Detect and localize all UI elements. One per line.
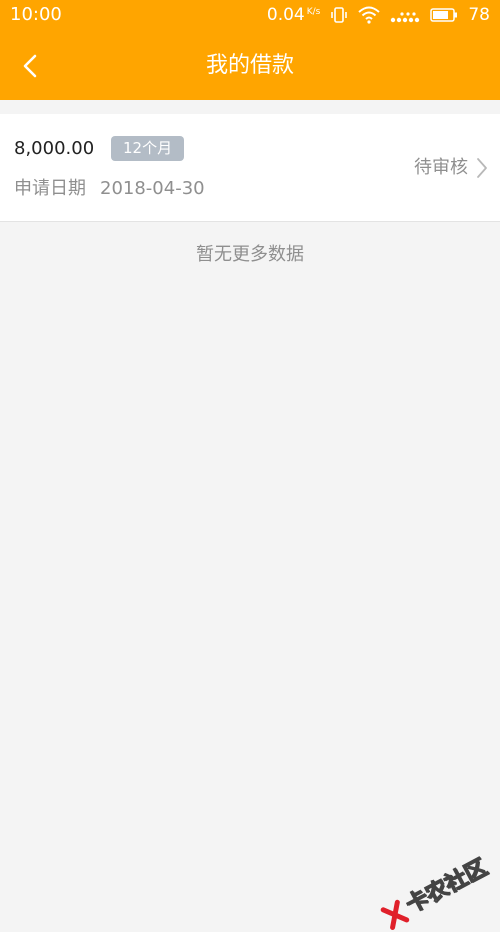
apply-date-row: 申请日期 2018-04-30 [14,176,205,202]
apply-date-label: 申请日期 [14,178,86,199]
app-bar: 我的借款 [0,32,500,100]
network-speed: 0.04 K/s [267,4,320,26]
wifi-icon [358,6,381,24]
status-indicators: 0.04 K/s 78 [267,4,490,26]
network-speed-value: 0.04 [266,5,305,25]
chevron-right-icon [476,157,488,179]
app-top-area: 10:00 0.04 K/s 78 我的借款 [0,0,500,100]
loan-term-badge: 12个月 [111,136,185,161]
status-bar: 10:00 0.04 K/s 78 [0,0,500,32]
vibrate-icon [330,6,348,24]
loan-status: 待审核 [414,154,488,182]
network-speed-unit: K/s [306,7,321,17]
battery-icon [430,8,458,22]
watermark-text: 卡农社区 [402,855,492,919]
loan-amount: 8,000.00 [14,138,95,159]
loan-list-item[interactable]: 8,000.00 12个月 申请日期 2018-04-30 待审核 [0,114,500,222]
apply-date-value: 2018-04-30 [100,178,205,199]
page-title: 我的借款 [205,53,294,78]
battery-percentage: 78 [468,5,490,25]
no-more-data-message: 暂无更多数据 [196,244,304,265]
status-time: 10:00 [10,4,62,25]
watermark: 卡农社区 [379,855,492,931]
loan-status-text: 待审核 [414,157,468,178]
cell-signal-icon [390,6,420,24]
